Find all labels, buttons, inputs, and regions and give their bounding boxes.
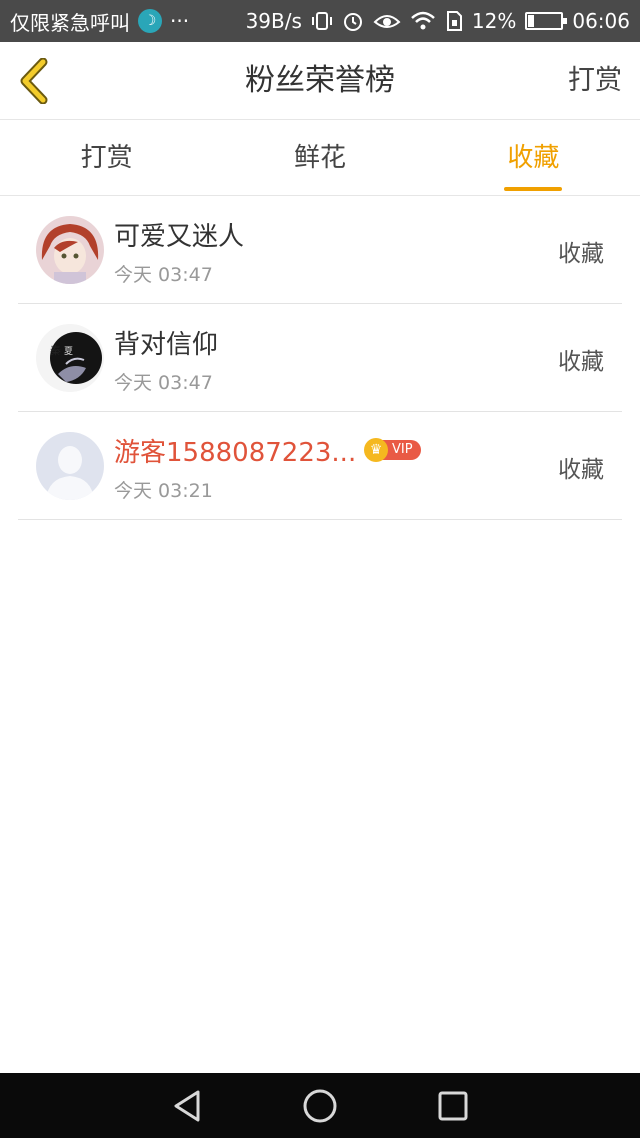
list-item[interactable]: 可爱又迷人 今天 03:47 收藏 xyxy=(18,196,622,304)
clock: 06:06 xyxy=(572,9,630,33)
header: 粉丝荣誉榜 打赏 xyxy=(0,42,640,120)
crown-icon: ♛ xyxy=(364,438,388,462)
status-left: 仅限紧急呼叫 ☽ ··· xyxy=(10,7,189,36)
chevron-left-icon xyxy=(20,58,48,104)
timestamp: 今天 03:47 xyxy=(114,372,213,394)
nav-recents-button[interactable] xyxy=(429,1082,477,1130)
user-name: 背对信仰 xyxy=(114,330,219,360)
moon-icon: ☽ xyxy=(138,9,162,33)
battery-percent: 12% xyxy=(471,9,517,33)
nav-home-button[interactable] xyxy=(296,1082,344,1130)
fan-list: 可爱又迷人 今天 03:47 收藏 秦 夏 背对信仰 今天 03:47 收藏 游… xyxy=(18,196,622,520)
active-tab-indicator xyxy=(504,187,563,191)
favorite-label: 收藏 xyxy=(558,457,604,483)
tab-label: 鲜花 xyxy=(293,143,346,173)
svg-text:夏: 夏 xyxy=(64,346,73,357)
list-item[interactable]: 秦 夏 背对信仰 今天 03:47 收藏 xyxy=(18,304,622,412)
favorite-label: 收藏 xyxy=(558,349,604,375)
page-title: 粉丝荣誉榜 xyxy=(245,63,395,98)
carrier-text: 仅限紧急呼叫 xyxy=(10,10,130,35)
system-nav-bar xyxy=(0,1073,640,1138)
vip-badge: ♛ VIP xyxy=(364,438,421,462)
wifi-icon xyxy=(410,10,436,32)
back-button[interactable] xyxy=(12,56,56,106)
status-right: 39B/s 12% 06:06 xyxy=(246,9,630,33)
network-speed: 39B/s xyxy=(245,9,302,33)
user-name: 可爱又迷人 xyxy=(114,222,245,252)
timestamp: 今天 03:47 xyxy=(114,264,213,286)
home-circle-icon xyxy=(303,1089,337,1122)
avatar[interactable] xyxy=(36,216,104,284)
more-dots: ··· xyxy=(170,9,190,33)
tab-bar: 打赏 鲜花 收藏 xyxy=(0,121,640,196)
tab-flowers[interactable]: 鲜花 xyxy=(213,121,426,195)
nav-back-button[interactable] xyxy=(163,1082,211,1130)
list-item[interactable]: 游客1588087223... ♛ VIP 今天 03:21 收藏 xyxy=(18,412,622,520)
avatar[interactable]: 秦 夏 xyxy=(36,324,104,392)
tab-reward[interactable]: 打赏 xyxy=(0,121,213,195)
battery-icon xyxy=(525,12,568,30)
status-bar: 仅限紧急呼叫 ☽ ··· 39B/s 12% 06:06 xyxy=(0,0,640,42)
tab-label: 打赏 xyxy=(80,143,133,173)
recents-square-icon xyxy=(438,1091,468,1120)
reward-button[interactable]: 打赏 xyxy=(568,42,622,120)
avatar[interactable] xyxy=(36,432,104,500)
sim-icon xyxy=(445,10,463,32)
tab-label: 收藏 xyxy=(507,143,560,173)
user-name: 游客1588087223... xyxy=(114,438,357,468)
favorite-label: 收藏 xyxy=(558,241,604,267)
alarm-icon xyxy=(342,10,364,32)
timestamp: 今天 03:21 xyxy=(114,480,213,502)
eye-icon xyxy=(373,10,401,32)
back-triangle-icon xyxy=(174,1090,200,1121)
vibrate-icon xyxy=(311,10,333,32)
tab-favorites[interactable]: 收藏 xyxy=(427,121,640,195)
svg-text:秦: 秦 xyxy=(50,343,61,357)
